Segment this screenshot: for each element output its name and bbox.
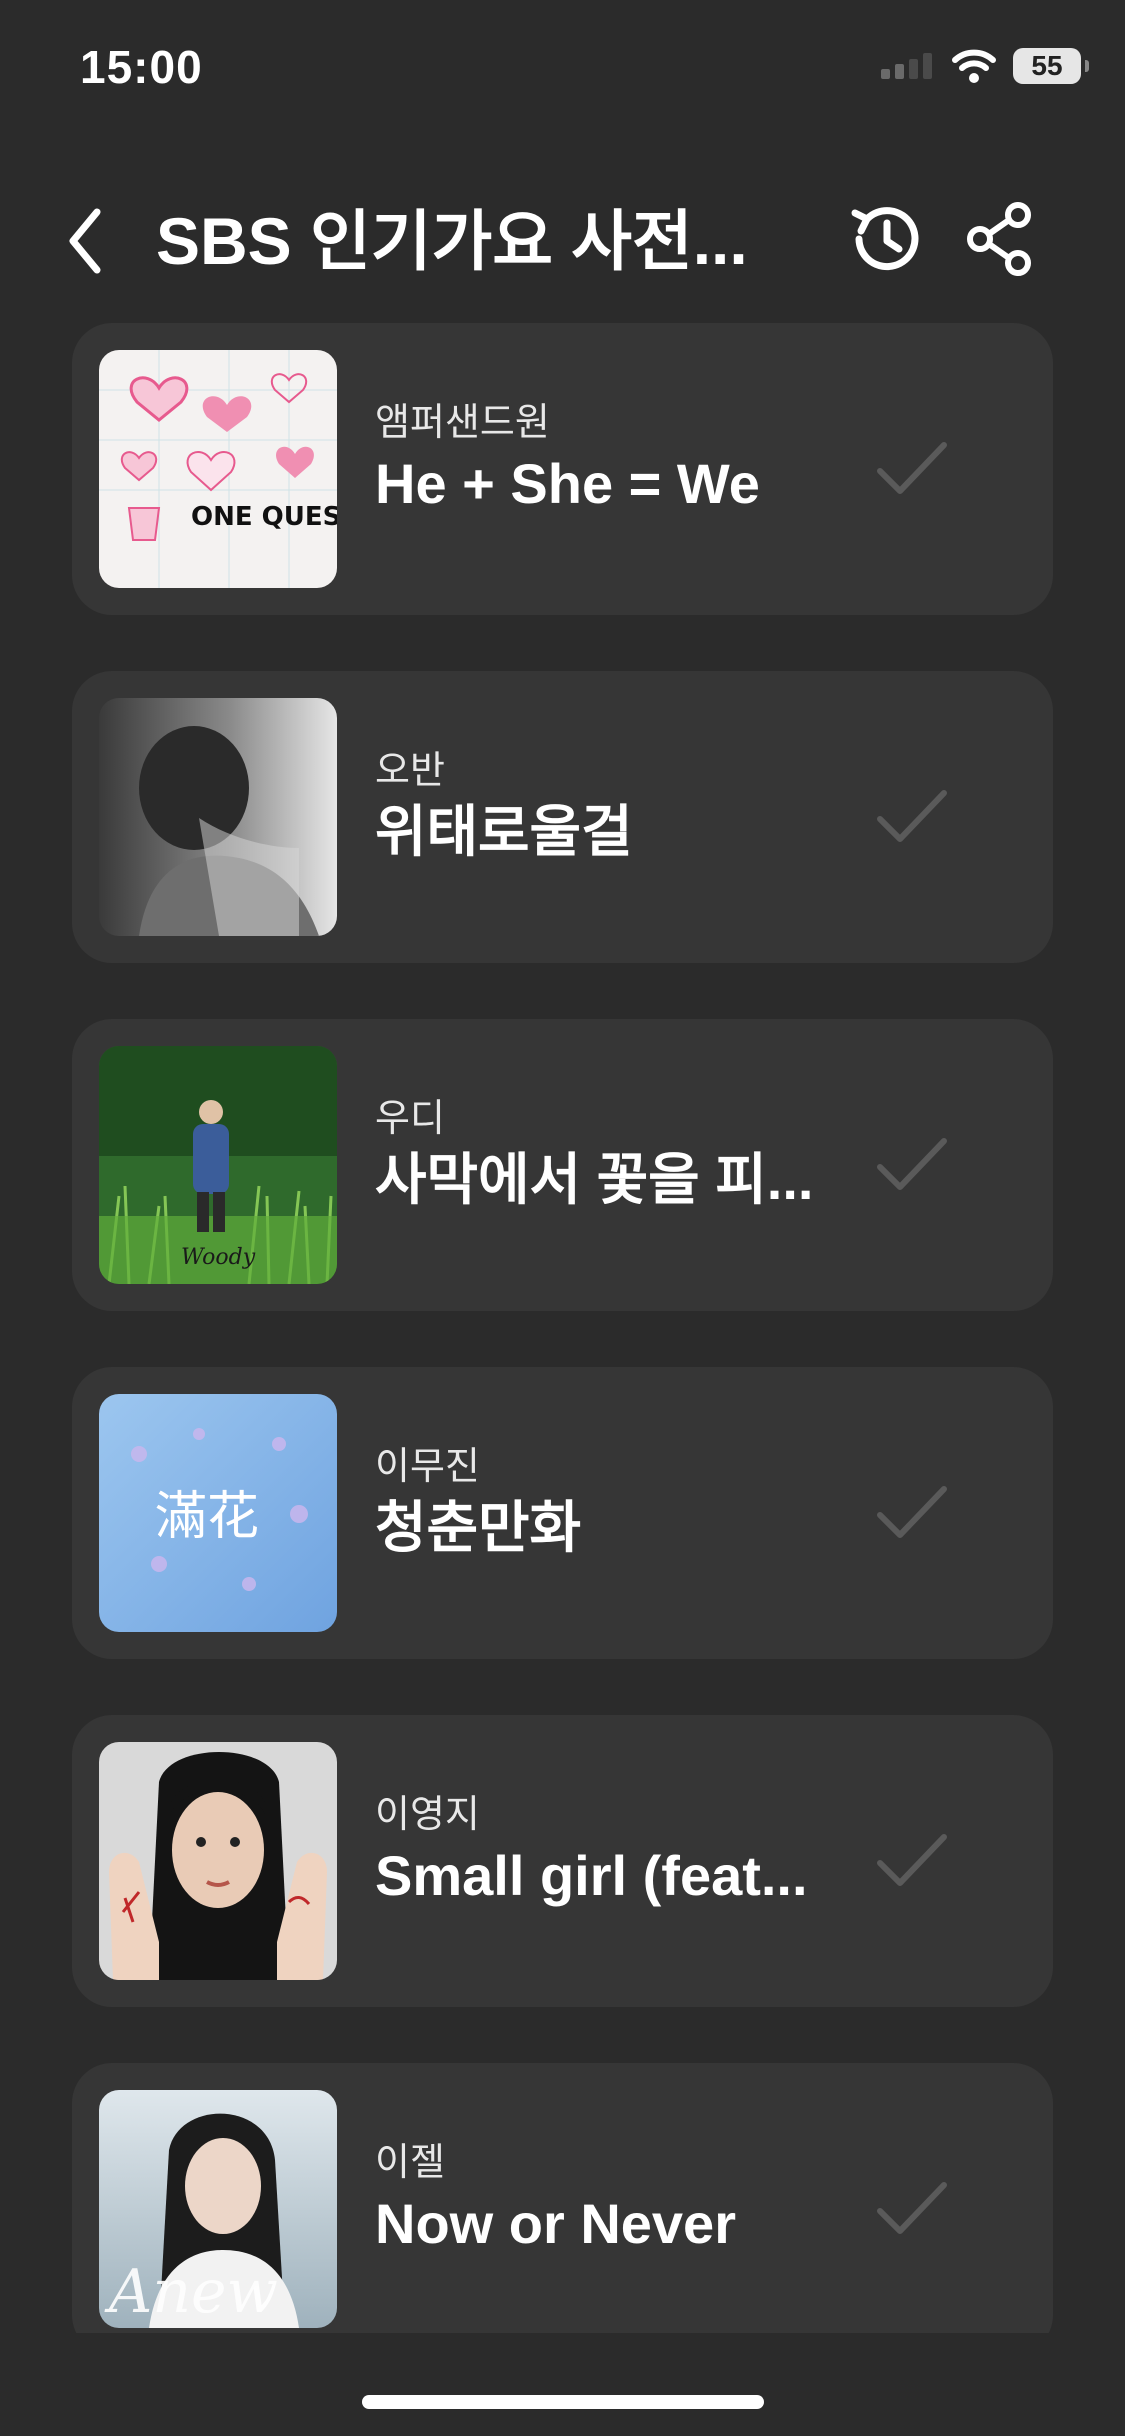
song-artist: 이젤	[375, 2142, 445, 2184]
check-icon[interactable]	[874, 1131, 950, 1199]
check-icon[interactable]	[874, 1827, 950, 1895]
check-icon[interactable]	[874, 435, 950, 503]
song-artist: 우디	[375, 1098, 445, 1140]
status-time: 15:00	[80, 41, 203, 93]
song-card[interactable]: 이영지 Small girl (feat...	[72, 1715, 1053, 2007]
battery-indicator: 55	[1013, 48, 1089, 84]
song-artist: 이무진	[375, 1446, 480, 1488]
album-art-text: ONE QUESTION	[191, 502, 337, 532]
status-bar: 15:00 55	[0, 0, 1125, 130]
page-title: SBS 인기가요 사전...	[156, 204, 748, 278]
song-card[interactable]: 오반 위태로울걸	[72, 671, 1053, 963]
album-art	[99, 698, 337, 936]
song-card[interactable]: Woody 우디 사막에서 꽃을 피...	[72, 1019, 1053, 1311]
back-button[interactable]	[50, 203, 120, 279]
song-title: He + She = We	[375, 452, 760, 515]
song-artist: 오반	[375, 750, 445, 792]
album-art-text: 滿花	[155, 1487, 259, 1547]
share-icon	[967, 202, 1031, 276]
album-art: Woody	[99, 1046, 337, 1284]
cellular-signal-icon	[881, 53, 932, 79]
history-icon	[851, 207, 919, 271]
check-icon[interactable]	[874, 1479, 950, 1547]
check-icon[interactable]	[874, 2175, 950, 2243]
song-text: 오반 위태로울걸	[375, 749, 935, 865]
album-art-text: Anew	[104, 2257, 278, 2327]
album-art: Anew	[99, 2090, 337, 2328]
song-text: 앰퍼샌드원 He + She = We	[375, 401, 935, 517]
song-text: 이무진 청춘만화	[375, 1445, 935, 1561]
song-text: 우디 사막에서 꽃을 피...	[375, 1097, 935, 1213]
header: SBS 인기가요 사전...	[0, 185, 1125, 295]
song-title: 청춘만화	[375, 1496, 582, 1559]
album-art	[99, 1742, 337, 1980]
status-icons: 55	[879, 48, 1089, 84]
song-title: Small girl (feat...	[375, 1844, 808, 1907]
album-art: 滿花	[99, 1394, 337, 1632]
home-indicator[interactable]	[362, 2395, 764, 2409]
song-card[interactable]: ONE QUESTION 앰퍼샌드원 He + She = We	[72, 323, 1053, 615]
history-button[interactable]	[845, 199, 925, 279]
album-art: ONE QUESTION	[99, 350, 337, 588]
song-title: 위태로울걸	[375, 800, 633, 863]
wifi-icon	[952, 49, 996, 83]
song-card[interactable]: Anew 이젤 Now or Never	[72, 2063, 1053, 2333]
check-icon[interactable]	[874, 783, 950, 851]
song-card[interactable]: 滿花 이무진 청춘만화	[72, 1367, 1053, 1659]
song-title: 사막에서 꽃을 피...	[375, 1148, 814, 1211]
song-list: ONE QUESTION 앰퍼샌드원 He + She = We	[72, 323, 1053, 2333]
song-artist: 앰퍼샌드원	[375, 402, 550, 444]
album-art-text: Woody	[181, 1245, 256, 1270]
song-text: 이젤 Now or Never	[375, 2141, 935, 2257]
song-artist: 이영지	[375, 1794, 480, 1836]
song-title: Now or Never	[375, 2192, 736, 2255]
chevron-left-icon	[69, 208, 101, 274]
song-text: 이영지 Small girl (feat...	[375, 1793, 935, 1909]
share-button[interactable]	[962, 199, 1038, 279]
